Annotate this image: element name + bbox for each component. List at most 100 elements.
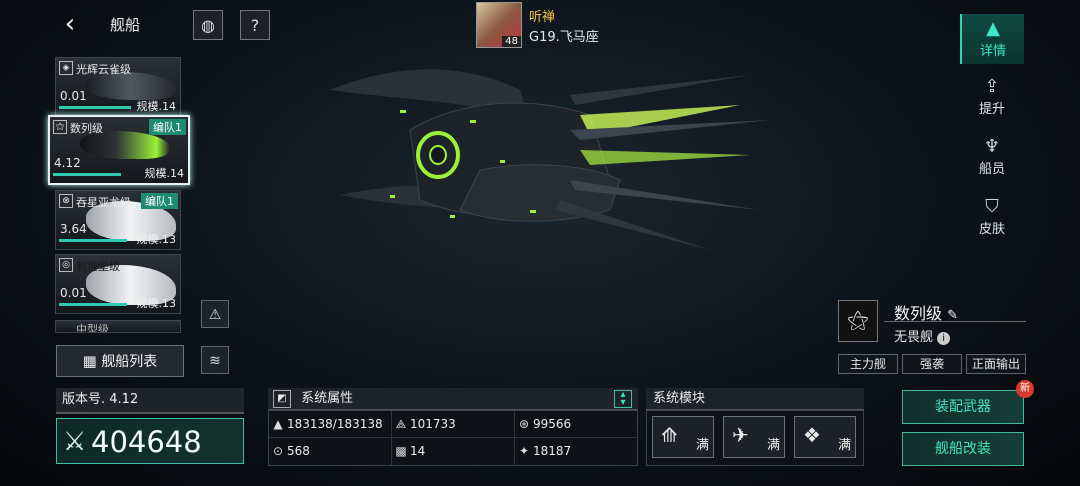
armor-icon: ⟁ xyxy=(395,417,407,431)
attributes-header: ◩ 系统属性 ▴ ▾ xyxy=(268,388,638,410)
ship-class-icon: ⚝ xyxy=(847,308,869,333)
ship-name: 中型级 xyxy=(76,323,109,333)
page-title: 舰船 xyxy=(110,16,141,34)
attr-cell: ▲ 183138/183138 xyxy=(269,411,392,438)
grid-icon: ▦ xyxy=(82,352,97,370)
attr-value: 101733 xyxy=(410,417,456,431)
attributes-grid: ▲ 183138/183138 ⟁ 101733 ⊛ 99566 ⊙ 568 ▩ 14 ✦… xyxy=(268,410,638,466)
module-slot[interactable]: ⟰ 满 xyxy=(652,416,714,458)
ship-tag: 强袭 xyxy=(902,354,962,374)
shield-icon: ⊛ xyxy=(518,417,530,431)
ship-name: 数列级 xyxy=(70,122,103,135)
sword-icon: ⚔ xyxy=(63,427,87,457)
ship-modify-button[interactable]: 舰船改装 xyxy=(902,432,1024,466)
ship-scale: 规模.14 xyxy=(136,100,177,113)
equip-weapons-button[interactable]: 装配武器 xyxy=(902,390,1024,424)
help-button[interactable]: ? xyxy=(240,10,270,40)
upgrade-icon: ⇪ xyxy=(984,76,1000,97)
ship-rate: 3.64 xyxy=(60,222,87,236)
ship-list-button[interactable]: ▦ 舰船列表 xyxy=(56,345,184,377)
sort-button[interactable]: ≋ xyxy=(201,346,229,374)
ship-progress-bar xyxy=(59,106,131,109)
hp-icon: ▲ xyxy=(273,417,283,431)
tab-label: 提升 xyxy=(978,102,1005,117)
combat-power: ⚔ 404648 xyxy=(56,418,244,464)
attr-value: 14 xyxy=(410,444,426,458)
module-status: 满 xyxy=(766,438,780,453)
target-icon: ✦ xyxy=(518,444,530,458)
ship-rate: 0.01 xyxy=(60,286,87,300)
module-slot[interactable]: ❖ 满 xyxy=(794,416,856,458)
module-status: 满 xyxy=(695,438,709,453)
new-badge: 新 xyxy=(1016,380,1034,398)
ship-progress-bar xyxy=(59,239,127,242)
ship-card[interactable]: ⊗ 吞星亚龙级 编队1 3.64 规模.13 xyxy=(55,190,181,250)
crew-icon: ♆ xyxy=(983,136,1001,157)
ship-name: 吞星亚龙级 xyxy=(76,196,131,209)
ship-card[interactable]: 中型级 xyxy=(55,320,181,333)
speed-icon: ⊙ xyxy=(272,444,284,458)
sort-icon: ≋ xyxy=(209,353,221,369)
attr-cell: ⊙ 568 xyxy=(269,438,392,465)
module-status: 满 xyxy=(837,438,851,453)
fleet-badge: 编队1 xyxy=(149,119,186,135)
tab-skin[interactable]: ⛉ 皮肤 xyxy=(960,192,1024,242)
ship-class-emblem: ⚝ xyxy=(838,300,878,342)
ship-progress-bar xyxy=(53,173,121,176)
ship-tag: 正面输出 xyxy=(966,354,1026,374)
tab-details[interactable]: ▲ 详情 xyxy=(960,14,1024,64)
attr-value: 183138/183138 xyxy=(287,417,383,431)
attr-value: 99566 xyxy=(533,417,572,431)
ship-rate: 0.01 xyxy=(60,89,87,103)
tab-upgrade[interactable]: ⇪ 提升 xyxy=(960,72,1024,122)
avatar[interactable]: 48 xyxy=(476,2,522,48)
planet-icon: ◍ xyxy=(201,16,215,35)
modules-header: 系统模块 xyxy=(646,388,864,410)
attr-cell: ✦ 18187 xyxy=(515,438,638,465)
weapon-module-icon: ⟰ xyxy=(661,423,678,447)
combat-power-value: 404648 xyxy=(91,425,202,459)
ship-card[interactable]: ◈ 光辉云雀级 0.01 规模.14 xyxy=(55,57,181,117)
player-name: 听禅 xyxy=(529,10,556,25)
ship-scale: 规模.13 xyxy=(136,297,177,310)
class-icon: ⚝ xyxy=(53,120,67,134)
grid-icon: ▩ xyxy=(395,444,407,458)
ship-name: 刺锤堡级 xyxy=(76,260,120,273)
fleet-icon: ⚠ xyxy=(208,307,222,323)
attr-value: 568 xyxy=(287,444,310,458)
ship-card-selected[interactable]: ⚝ 数列级 编队1 4.12 规模.14 xyxy=(48,115,190,185)
skin-icon: ⛉ xyxy=(985,196,999,217)
ship-card[interactable]: ◎ 刺锤堡级 0.01 规模.13 xyxy=(55,254,181,314)
details-icon: ▲ xyxy=(986,18,1000,39)
planet-button[interactable]: ◍ xyxy=(193,10,223,40)
attributes-title: 系统属性 xyxy=(301,391,354,406)
ship-type-text: 无畏舰 xyxy=(894,330,934,345)
attr-cell: ⊛ 99566 xyxy=(515,411,638,438)
ship-name: 光辉云雀级 xyxy=(76,63,131,76)
tab-crew[interactable]: ♆ 船员 xyxy=(960,132,1024,182)
back-icon: ‹ xyxy=(64,9,76,39)
attr-value: 18187 xyxy=(533,444,572,458)
attributes-icon: ◩ xyxy=(273,389,291,408)
divider xyxy=(884,321,1026,322)
ship-rate: 4.12 xyxy=(54,156,81,170)
ship-tag: 主力舰 xyxy=(838,354,898,374)
ship-info-type: 无畏舰 i xyxy=(894,326,951,345)
back-button[interactable]: ‹ xyxy=(55,10,85,40)
info-icon[interactable]: i xyxy=(937,332,951,345)
class-icon: ⊗ xyxy=(59,194,73,208)
expand-toggle[interactable]: ▴ ▾ xyxy=(614,390,632,408)
module-slot[interactable]: ✈ 满 xyxy=(723,416,785,458)
ship-progress-bar xyxy=(59,303,127,306)
ship-scale: 规模.14 xyxy=(144,167,185,180)
player-location: G19.飞马座 xyxy=(529,30,599,45)
tab-label: 详情 xyxy=(979,44,1006,59)
help-icon: ? xyxy=(250,16,260,35)
ship-artwork xyxy=(330,69,770,250)
tab-label: 船员 xyxy=(978,162,1005,177)
attr-cell: ⟁ 101733 xyxy=(392,411,515,438)
ship-list-label: 舰船列表 xyxy=(101,354,158,370)
version-label: 版本号. 4.12 xyxy=(56,388,244,414)
fleet-filter-button[interactable]: ⚠ xyxy=(201,300,229,328)
ship-scale: 规模.13 xyxy=(136,233,177,246)
